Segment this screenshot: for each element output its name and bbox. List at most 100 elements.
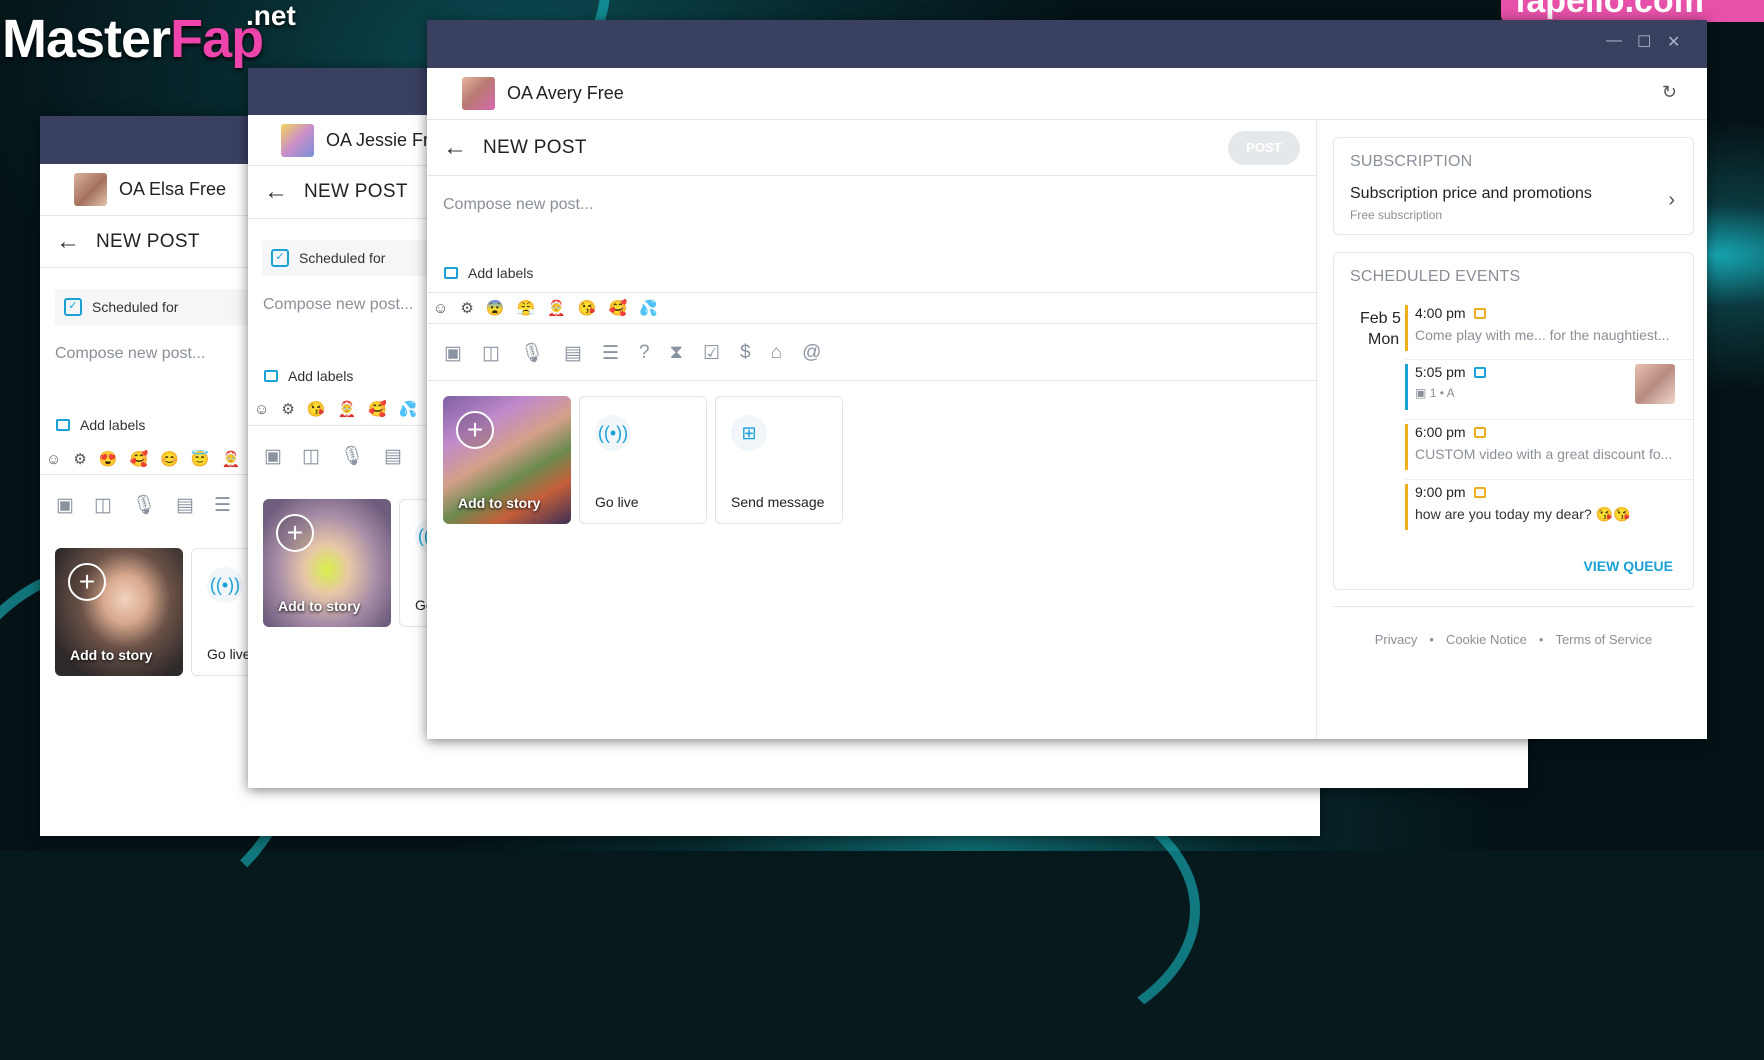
image-icon[interactable]: ▣ <box>444 342 462 365</box>
add-labels-button[interactable]: Add labels <box>264 368 353 384</box>
page-title: NEW POST <box>483 136 587 158</box>
emoji[interactable]: 😘 <box>578 299 597 317</box>
privacy-link[interactable]: Privacy <box>1375 632 1418 647</box>
avatar[interactable] <box>281 123 314 157</box>
card-title: SCHEDULED EVENTS <box>1350 268 1521 285</box>
compose-input[interactable]: Compose new post... <box>55 345 205 363</box>
smiley-icon[interactable]: ☺ <box>254 401 269 418</box>
hourglass-icon[interactable]: ⧗ <box>670 342 683 364</box>
cookie-notice-link[interactable]: Cookie Notice <box>1446 632 1527 647</box>
emoji[interactable]: 😍 <box>99 450 118 468</box>
view-queue-link[interactable]: VIEW QUEUE <box>1584 558 1673 574</box>
account-name: OA Avery Free <box>507 83 624 103</box>
event-item[interactable]: 9:00 pm how are you today my dear? 😘😘 <box>1405 484 1675 530</box>
add-labels-button[interactable]: Add labels <box>56 417 145 433</box>
vault-icon[interactable]: ▤ <box>176 494 194 517</box>
close-icon[interactable]: ✕ <box>1667 32 1680 52</box>
microphone-icon[interactable]: 🎙 <box>340 444 364 468</box>
emoji[interactable]: 😇 <box>191 450 210 468</box>
tag-icon[interactable]: ⌂ <box>771 342 782 364</box>
post-button[interactable]: POST <box>1228 131 1300 165</box>
subscription-item[interactable]: Subscription price and promotions Free s… <box>1350 185 1677 225</box>
account-name: OA Jessie Fr <box>326 129 430 150</box>
page-title: NEW POST <box>96 230 200 252</box>
tile-label: Go live <box>207 646 251 662</box>
label-icon <box>56 419 70 431</box>
image-icon[interactable]: ▣ <box>56 494 74 517</box>
emoji[interactable]: 🤶 <box>222 450 241 468</box>
emoji[interactable]: 😘 <box>307 400 326 418</box>
emoji[interactable]: 🤶 <box>337 400 356 418</box>
smiley-icon[interactable]: ☺ <box>433 300 448 317</box>
emoji[interactable]: 🥰 <box>368 400 387 418</box>
broadcast-icon: ((•)) <box>595 415 631 451</box>
media-toolbar: ▣ ◫ 🎙 ▤ <box>264 444 402 468</box>
subscription-item-title: Subscription price and promotions <box>1350 185 1592 202</box>
add-labels-text: Add labels <box>288 368 354 384</box>
media-toolbar: ▣ ◫ 🎙 ▤ ☰ ? ⧗ ☑ $ ⌂ @ <box>444 341 821 365</box>
event-item[interactable]: 5:05 pm ▣ 1 • A <box>1405 364 1675 410</box>
schedule-icon[interactable]: ☑ <box>703 342 720 365</box>
add-message-icon: ⊞ <box>731 415 767 451</box>
microphone-icon[interactable]: 🎙 <box>520 341 544 365</box>
refresh-icon[interactable]: ↻ <box>1662 82 1677 103</box>
video-icon[interactable]: ◫ <box>302 445 320 468</box>
avatar[interactable] <box>74 173 107 206</box>
microphone-icon[interactable]: 🎙 <box>132 493 156 517</box>
tile-label: Add to story <box>70 647 153 663</box>
gear-icon[interactable]: ⚙ <box>460 299 473 317</box>
smiley-icon[interactable]: ☺ <box>46 451 61 468</box>
emoji[interactable]: 💦 <box>399 400 418 418</box>
send-message-tile[interactable]: ⊞ Send message <box>715 396 843 524</box>
back-arrow-icon[interactable]: ← <box>443 135 467 160</box>
emoji[interactable]: 😤 <box>516 299 535 317</box>
video-icon[interactable]: ◫ <box>94 494 112 517</box>
poll-icon[interactable]: ☰ <box>602 342 619 365</box>
quiz-icon[interactable]: ? <box>639 342 650 364</box>
add-to-story-tile[interactable]: + Add to story <box>443 396 571 524</box>
account-name: OA Elsa Free <box>119 179 227 199</box>
event-text: Come play with me... for the naughtiest.… <box>1415 327 1670 343</box>
event-item[interactable]: 6:00 pm CUSTOM video with a great discou… <box>1405 424 1675 470</box>
compose-input[interactable]: Compose new post... <box>443 196 593 214</box>
scheduled-events-card: SCHEDULED EVENTS Feb 5 Mon 4:00 pm Come … <box>1333 252 1694 590</box>
back-arrow-icon[interactable]: ← <box>264 180 288 204</box>
page-title: NEW POST <box>304 181 408 202</box>
emoji[interactable]: 💦 <box>639 299 658 317</box>
tile-label: Add to story <box>278 598 361 614</box>
add-labels-button[interactable]: Add labels <box>444 265 533 281</box>
event-weekday: Mon <box>1368 331 1400 348</box>
gear-icon[interactable]: ⚙ <box>281 400 294 418</box>
emoji[interactable]: 😊 <box>160 450 179 468</box>
image-icon[interactable]: ▣ <box>264 445 282 468</box>
event-item[interactable]: 4:00 pm Come play with me... for the nau… <box>1405 305 1675 351</box>
event-time: 4:00 pm <box>1415 305 1466 321</box>
emoji[interactable]: 🥰 <box>609 299 628 317</box>
add-to-story-tile[interactable]: + Add to story <box>263 499 391 627</box>
back-arrow-icon[interactable]: ← <box>56 229 80 254</box>
go-live-tile[interactable]: ((•)) Go live <box>579 396 707 524</box>
compose-input[interactable]: Compose new post... <box>263 296 413 314</box>
gear-icon[interactable]: ⚙ <box>73 450 86 468</box>
poll-icon[interactable]: ☰ <box>214 494 231 517</box>
terms-link[interactable]: Terms of Service <box>1555 632 1652 647</box>
video-icon[interactable]: ◫ <box>482 342 500 365</box>
card-title: SUBSCRIPTION <box>1350 153 1473 170</box>
emoji[interactable]: 😨 <box>486 299 505 317</box>
maximize-icon[interactable]: ☐ <box>1637 32 1651 52</box>
label-icon <box>264 370 278 382</box>
price-icon[interactable]: $ <box>740 342 751 364</box>
minimize-icon[interactable]: — <box>1606 32 1622 50</box>
subscription-item-sub: Free subscription <box>1350 208 1443 222</box>
avatar[interactable] <box>462 77 495 110</box>
vault-icon[interactable]: ▤ <box>564 342 582 365</box>
media-count: 1 <box>1429 386 1437 400</box>
emoji[interactable]: 🤶 <box>547 299 566 317</box>
emoji[interactable]: 🥰 <box>129 450 148 468</box>
mention-icon[interactable]: @ <box>802 342 821 364</box>
vault-icon[interactable]: ▤ <box>384 445 402 468</box>
scheduled-for-chip[interactable]: ✓ Scheduled for <box>55 289 275 325</box>
account-header: OA Avery Free ↻ <box>427 68 1707 120</box>
add-to-story-tile[interactable]: + Add to story <box>55 548 183 676</box>
site-logo: MasterFap .net <box>2 0 296 69</box>
